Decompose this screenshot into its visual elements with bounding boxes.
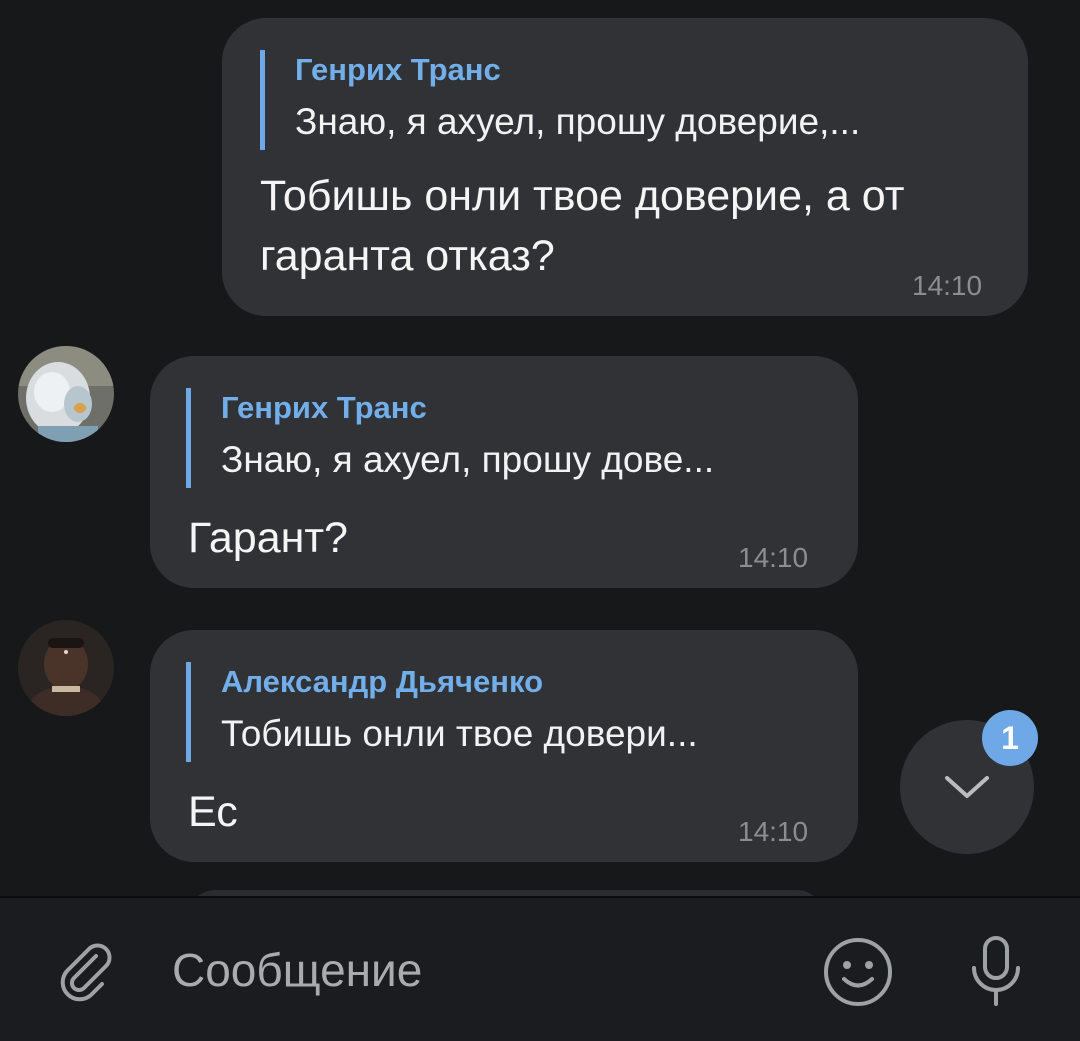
avatar-image bbox=[18, 620, 114, 716]
reply-quote[interactable]: Александр Дьяченко Тобишь онли твое дове… bbox=[186, 662, 698, 762]
avatar[interactable] bbox=[18, 346, 114, 442]
attach-button[interactable] bbox=[48, 934, 120, 1006]
reply-snippet: Тобишь онли твое довери... bbox=[221, 713, 698, 754]
chevron-down-icon bbox=[945, 776, 989, 798]
reply-author-name: Генрих Транс bbox=[295, 52, 501, 87]
message-text-line: Тобишь онли твое доверие, а от bbox=[260, 172, 905, 220]
avatar-image bbox=[18, 346, 114, 442]
microphone-icon bbox=[972, 936, 1020, 1006]
message-input-bar: Сообщение bbox=[0, 896, 1080, 1041]
emoji-button[interactable] bbox=[820, 934, 896, 1010]
message-bubble-incoming[interactable]: Александр Дьяченко Тобишь онли твое дове… bbox=[150, 630, 858, 862]
message-bubble-incoming[interactable]: Генрих Транс Знаю, я ахуел, прошу дове..… bbox=[150, 356, 858, 588]
chat-history[interactable]: Генрих Транс Знаю, я ахуел, прошу довери… bbox=[0, 0, 1080, 896]
message-text: Тобишь онли твое доверие, а от гаранта о… bbox=[260, 166, 1000, 286]
paperclip-icon bbox=[60, 943, 112, 1002]
smile-icon bbox=[824, 938, 892, 1006]
reply-quote[interactable]: Генрих Транс Знаю, я ахуел, прошу дове..… bbox=[186, 388, 714, 488]
reply-quote[interactable]: Генрих Транс Знаю, я ахуел, прошу довери… bbox=[260, 50, 860, 150]
message-time: 14:10 bbox=[738, 816, 809, 847]
reply-snippet: Знаю, я ахуел, прошу дове... bbox=[221, 439, 715, 480]
unread-count-badge: 1 bbox=[982, 710, 1038, 766]
message-text-line: гаранта отказ? bbox=[260, 232, 555, 280]
message-bubble-outgoing[interactable]: Генрих Транс Знаю, я ахуел, прошу довери… bbox=[222, 18, 1028, 316]
reply-author-name: Генрих Транс bbox=[221, 390, 427, 425]
voice-record-button[interactable] bbox=[958, 932, 1034, 1012]
message-input[interactable]: Сообщение bbox=[172, 942, 422, 998]
avatar[interactable] bbox=[18, 620, 114, 716]
message-text: Гарант? bbox=[188, 514, 348, 562]
message-time: 14:10 bbox=[912, 270, 983, 301]
message-text: Ес bbox=[188, 788, 238, 836]
message-time: 14:10 bbox=[738, 542, 809, 573]
reply-author-name: Александр Дьяченко bbox=[221, 664, 544, 699]
reply-snippet: Знаю, я ахуел, прошу доверие,... bbox=[295, 101, 861, 142]
